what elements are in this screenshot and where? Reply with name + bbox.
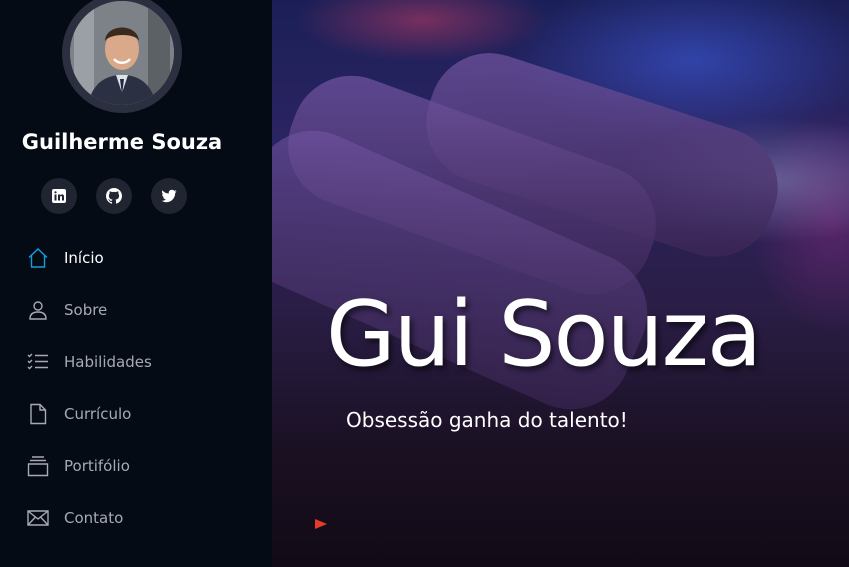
nav-item-curriculo[interactable]: Currículo [24, 396, 244, 432]
envelope-icon [24, 504, 52, 532]
twitter-icon [161, 189, 177, 203]
nav-item-label: Sobre [64, 301, 108, 319]
linkedin-link[interactable] [41, 178, 77, 214]
profile-photo [70, 1, 174, 105]
nav-item-label: Início [64, 249, 104, 267]
hero-section: Gui Souza Obsessão ganha do talento! [272, 0, 849, 567]
github-icon [106, 188, 122, 204]
nav-item-portifolio[interactable]: Portifólio [24, 448, 244, 484]
home-icon [24, 244, 52, 272]
collection-icon [24, 452, 52, 480]
nav-item-label: Portifólio [64, 457, 130, 475]
nav-item-label: Habilidades [64, 353, 152, 371]
linkedin-icon [52, 189, 66, 203]
nav-item-habilidades[interactable]: Habilidades [24, 344, 244, 380]
file-icon [24, 400, 52, 428]
nav-item-label: Contato [64, 509, 124, 527]
avatar [62, 0, 182, 113]
profile-name: Guilherme Souza [21, 130, 223, 154]
twitter-link[interactable] [151, 178, 187, 214]
nav-item-contato[interactable]: Contato [24, 500, 244, 536]
hero-subtitle: Obsessão ganha do talento! [346, 408, 628, 432]
keyboard-led [315, 519, 327, 529]
nav-item-inicio[interactable]: Início [24, 240, 244, 276]
nav-item-sobre[interactable]: Sobre [24, 292, 244, 328]
nav-item-label: Currículo [64, 405, 132, 423]
sidebar: Guilherme Souza Início Sobre Habilidades… [0, 0, 272, 567]
person-icon [24, 296, 52, 324]
hero-title: Gui Souza [326, 282, 762, 387]
github-link[interactable] [96, 178, 132, 214]
checklist-icon [24, 348, 52, 376]
